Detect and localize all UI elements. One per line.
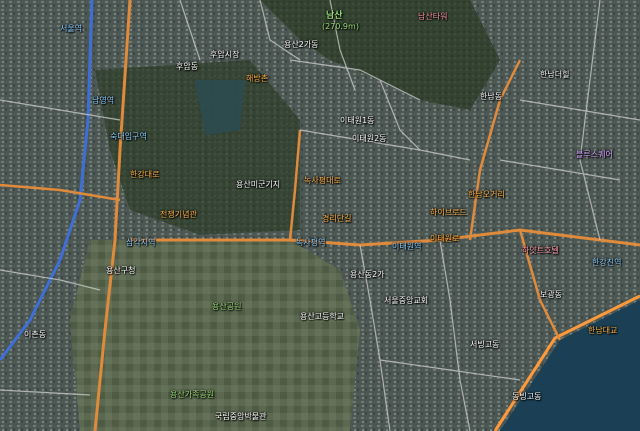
map-label[interactable]: 삼각지역 xyxy=(126,238,155,247)
map-label[interactable]: (270.9m) xyxy=(322,22,359,31)
map-label[interactable]: 서빙고동 xyxy=(470,340,499,349)
map-label[interactable]: 한남동 xyxy=(480,92,502,101)
map-label[interactable]: 하얏트호텔 xyxy=(522,246,559,255)
map-label[interactable]: 녹사평역 xyxy=(296,238,325,247)
map-label[interactable]: 녹사평대로 xyxy=(304,176,341,185)
map-label[interactable]: 용산2가동 xyxy=(284,40,319,49)
map-label[interactable]: 후암동 xyxy=(176,62,198,71)
map-label[interactable]: 이태원1동 xyxy=(340,116,375,125)
map-label[interactable]: 블루스퀘어 xyxy=(576,150,613,159)
map-label[interactable]: 용산고등학교 xyxy=(300,312,344,321)
map-label[interactable]: 경리단길 xyxy=(322,214,351,223)
map-label[interactable]: 이태원2동 xyxy=(352,134,387,143)
map-label[interactable]: 후암시장 xyxy=(210,50,239,59)
map-label[interactable]: 용산공원 xyxy=(212,302,241,311)
map-label[interactable]: 남산 xyxy=(326,12,343,21)
map-canvas xyxy=(0,0,640,431)
map-label[interactable]: 전쟁기념관 xyxy=(160,210,197,219)
map-label[interactable]: 국립중앙박물관 xyxy=(215,412,267,421)
map-label[interactable]: 한강대로 xyxy=(130,170,159,179)
map-label[interactable]: 용산가족공원 xyxy=(170,390,214,399)
map-label[interactable]: 이태원역 xyxy=(392,242,421,251)
map-label[interactable]: 용산구청 xyxy=(106,266,135,275)
map-label[interactable]: 서울역 xyxy=(60,24,82,33)
map-label[interactable]: 용산미군기지 xyxy=(236,180,280,189)
map-label[interactable]: 보광동 xyxy=(540,290,562,299)
map-label[interactable]: 이촌동 xyxy=(24,330,46,339)
map-label[interactable]: 숙대입구역 xyxy=(110,132,147,141)
map-label[interactable]: 동빙고동 xyxy=(512,392,541,401)
map-label[interactable]: 해방촌 xyxy=(246,74,268,83)
map-label[interactable]: 한강진역 xyxy=(592,258,621,267)
map-label[interactable]: 서울중앙교회 xyxy=(384,296,428,305)
map-label[interactable]: 하이브로드 xyxy=(430,208,467,217)
map-label[interactable]: 한남오거리 xyxy=(468,190,505,199)
map-label[interactable]: 이태원로 xyxy=(430,234,459,243)
map-label[interactable]: 남영역 xyxy=(92,96,114,105)
map-label[interactable]: 한남대교 xyxy=(588,326,617,335)
satellite-map[interactable]: 남산 (270.9m) 후암동 용산2가동 해방촌 이태원1동 이태원2동 한남동 한남오거리 한… xyxy=(0,0,640,431)
map-label[interactable]: 한남더힐 xyxy=(540,70,569,79)
map-label[interactable]: 용산동2가 xyxy=(350,270,385,279)
map-label[interactable]: 남산타워 xyxy=(418,12,447,21)
